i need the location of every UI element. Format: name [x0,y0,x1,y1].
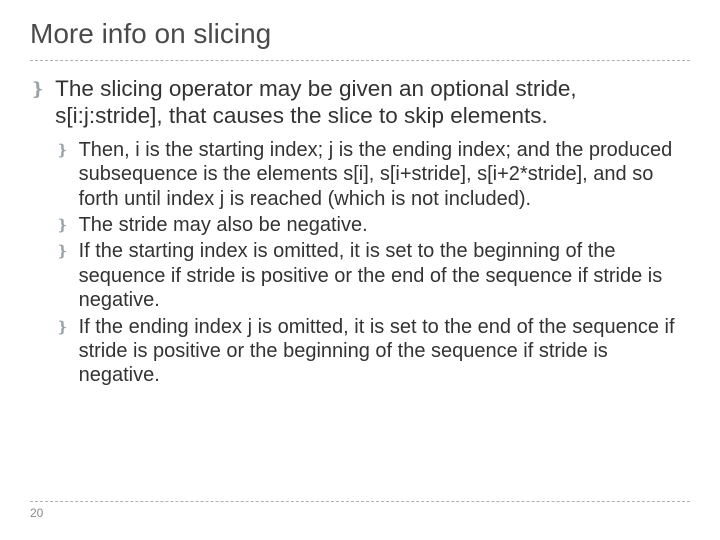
slide: More info on slicing ❵ The slicing opera… [0,0,720,540]
bullet-icon: ❵ [56,243,69,261]
bullet-level2-item: ❵ If the starting index is omitted, it i… [56,239,690,312]
bullet-level2-item: ❵ The stride may also be negative. [56,213,690,237]
bullet-level2-list: ❵ Then, i is the starting index; j is th… [56,138,690,388]
bullet-level1-text: The slicing operator may be given an opt… [55,75,690,130]
bullet-icon: ❵ [56,217,69,235]
bullet-icon: ❵ [56,319,69,337]
bullet-icon: ❵ [56,142,69,160]
slide-title: More info on slicing [30,18,690,61]
page-number: 20 [30,506,43,520]
bullet-level2-text: If the starting index is omitted, it is … [79,239,690,312]
bullet-level2-text: The stride may also be negative. [79,213,690,237]
bullet-level2-item: ❵ Then, i is the starting index; j is th… [56,138,690,211]
bullet-icon: ❵ [30,79,45,101]
bullet-level2-text: Then, i is the starting index; j is the … [79,138,690,211]
slide-footer: 20 [30,501,690,520]
bullet-level2-item: ❵ If the ending index j is omitted, it i… [56,315,690,388]
bullet-level1: ❵ The slicing operator may be given an o… [30,75,690,130]
bullet-level2-text: If the ending index j is omitted, it is … [79,315,690,388]
